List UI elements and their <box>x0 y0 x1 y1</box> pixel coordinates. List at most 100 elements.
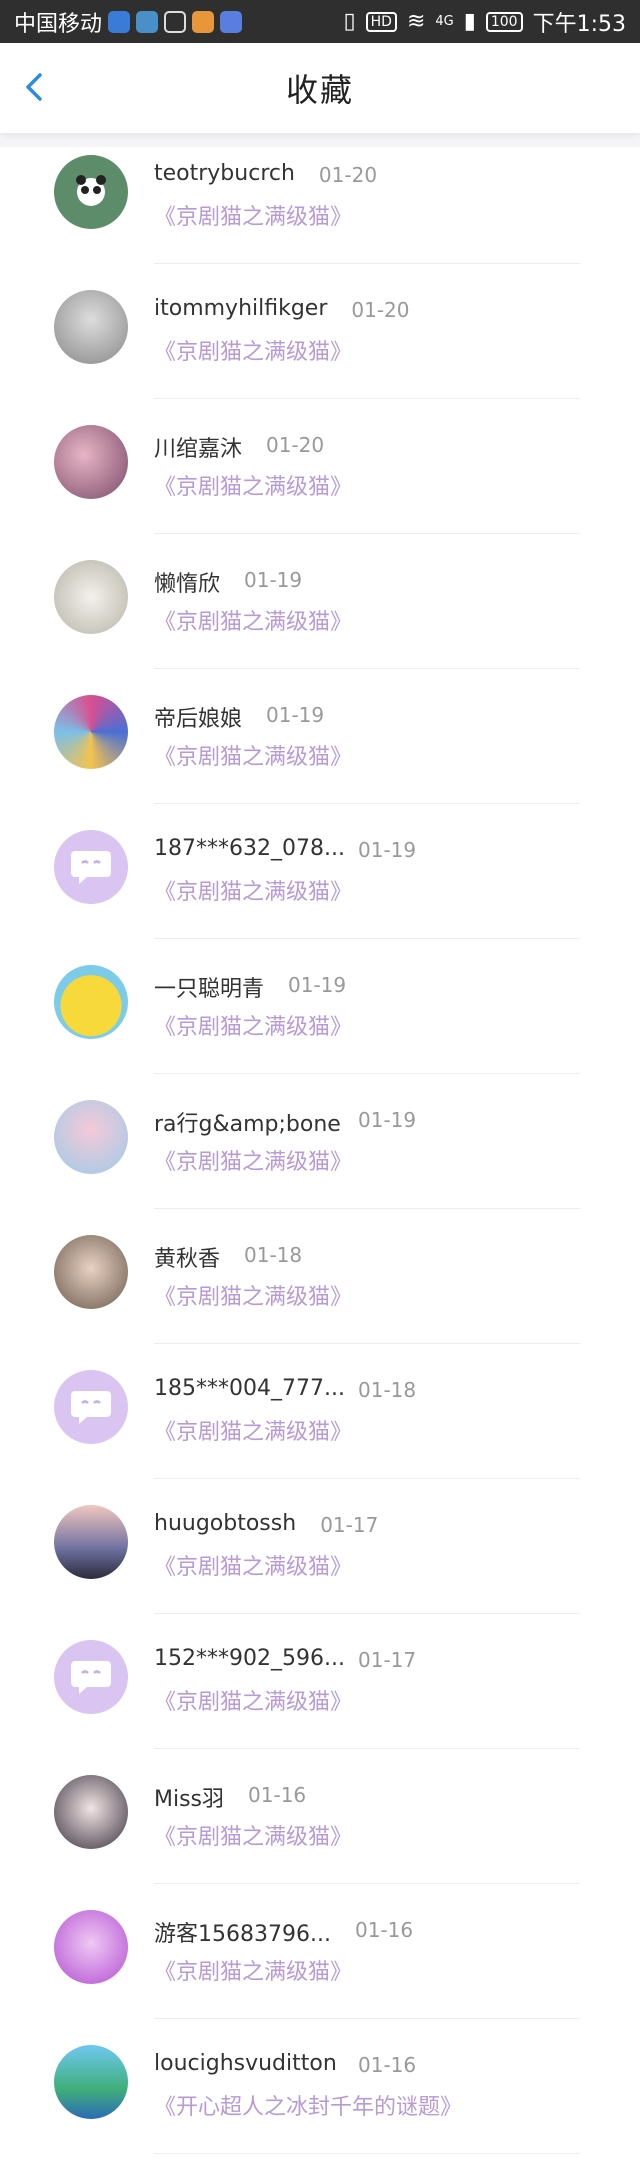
user-name: ra行g&amp;bone <box>154 1112 341 1137</box>
favorite-item[interactable]: Miss羽 01-16 《京剧猫之满级猫》 <box>0 1767 640 1902</box>
favorite-date: 01-16 <box>354 1918 414 1942</box>
work-title-link[interactable]: 《京剧猫之满级猫》 <box>154 469 352 501</box>
work-title-link[interactable]: 《开心超人之冰封千年的谜题》 <box>154 2089 462 2121</box>
user-name: 152***902_596... <box>154 1646 345 1671</box>
wechat-icon <box>164 10 187 33</box>
favorite-item[interactable]: teotrybucrch 01-20 《京剧猫之满级猫》 <box>0 147 640 282</box>
divider <box>154 1748 580 1749</box>
status-left: 中国移动 <box>14 6 243 38</box>
user-avatar[interactable] <box>54 1370 128 1444</box>
nav-header: 收藏 <box>0 43 640 133</box>
favorite-item[interactable]: huugobtossh 01-17 《京剧猫之满级猫》 <box>0 1497 640 1632</box>
favorite-item[interactable]: 185***004_777... 01-18 《京剧猫之满级猫》 <box>0 1362 640 1497</box>
divider <box>154 533 580 534</box>
status-bar: 中国移动 ▯ HD ≋ 4G ▮ 100 下午1:53 <box>0 0 640 43</box>
work-title-link[interactable]: 《京剧猫之满级猫》 <box>154 1009 352 1041</box>
default-avatar-icon <box>71 1391 111 1424</box>
user-avatar[interactable] <box>54 155 128 229</box>
user-avatar[interactable] <box>54 830 128 904</box>
favorite-date: 01-17 <box>320 1513 379 1537</box>
default-avatar-icon <box>71 1661 111 1694</box>
favorite-date: 01-19 <box>266 703 325 727</box>
favorite-date: 01-19 <box>244 568 303 592</box>
divider <box>154 2153 580 2154</box>
favorite-date: 01-18 <box>244 1243 303 1267</box>
work-title-link[interactable]: 《京剧猫之满级猫》 <box>154 1144 352 1176</box>
divider <box>154 1208 580 1209</box>
favorite-date: 01-20 <box>266 433 325 457</box>
divider <box>154 1073 580 1074</box>
favorite-item[interactable]: 懒惰欣 01-19 《京剧猫之满级猫》 <box>0 552 640 687</box>
work-title-link[interactable]: 《京剧猫之满级猫》 <box>154 1954 352 1986</box>
user-avatar[interactable] <box>54 1910 128 1984</box>
favorite-item[interactable]: 川绾嘉沐 01-20 《京剧猫之满级猫》 <box>0 417 640 552</box>
favorite-item[interactable]: loucighsvuditton 01-16 《开心超人之冰封千年的谜题》 <box>0 2037 640 2172</box>
divider <box>154 1478 580 1479</box>
favorite-item[interactable]: 187***632_078... 01-19 《京剧猫之满级猫》 <box>0 822 640 957</box>
header-divider <box>0 133 640 147</box>
favorite-date: 01-20 <box>318 163 378 187</box>
favorite-date: 01-17 <box>358 1648 417 1672</box>
hd-badge: HD <box>365 11 397 32</box>
favorite-item[interactable]: 帝后娘娘 01-19 《京剧猫之满级猫》 <box>0 687 640 822</box>
user-avatar[interactable] <box>54 965 128 1039</box>
favorite-item[interactable]: itommyhilfikger 01-20 《京剧猫之满级猫》 <box>0 282 640 417</box>
favorite-item[interactable]: 一只聪明青 01-19 《京剧猫之满级猫》 <box>0 957 640 1092</box>
user-avatar[interactable] <box>54 560 128 634</box>
user-name: teotrybucrch <box>154 161 295 186</box>
work-title-link[interactable]: 《京剧猫之满级猫》 <box>154 1549 352 1581</box>
divider <box>154 1883 580 1884</box>
favorites-list: teotrybucrch 01-20 《京剧猫之满级猫》 itommyhilfikge… <box>0 147 640 2172</box>
work-title-link[interactable]: 《京剧猫之满级猫》 <box>154 199 352 231</box>
work-title-link[interactable]: 《京剧猫之满级猫》 <box>154 1684 352 1716</box>
user-name: 川绾嘉沐 <box>154 437 243 462</box>
wifi-icon: ≋ <box>406 9 426 34</box>
back-arrow-icon[interactable] <box>18 69 54 105</box>
user-name: loucighsvuditton <box>154 2051 337 2076</box>
work-title-link[interactable]: 《京剧猫之满级猫》 <box>154 874 352 906</box>
work-title-link[interactable]: 《京剧猫之满级猫》 <box>154 334 352 366</box>
user-avatar[interactable] <box>54 695 128 769</box>
panda-icon <box>76 175 106 206</box>
user-avatar[interactable] <box>54 290 128 364</box>
work-title-link[interactable]: 《京剧猫之满级猫》 <box>154 1279 352 1311</box>
app-notification-icon <box>136 10 159 33</box>
favorite-item[interactable]: ra行g&amp;bone 01-19 《京剧猫之满级猫》 <box>0 1092 640 1227</box>
divider <box>154 1613 580 1614</box>
time-label: 下午1:53 <box>532 11 626 37</box>
work-title-link[interactable]: 《京剧猫之满级猫》 <box>154 1414 352 1446</box>
user-avatar[interactable] <box>54 2045 128 2119</box>
favorite-date: 01-19 <box>288 973 347 997</box>
user-name: 游客15683796... <box>154 1922 331 1947</box>
status-right: ▯ HD ≋ 4G ▮ 100 下午1:53 <box>344 6 626 38</box>
user-avatar[interactable] <box>54 1100 128 1174</box>
app-notification-icon <box>108 10 131 33</box>
favorite-date: 01-16 <box>358 2053 417 2077</box>
vibrate-icon: ▯ <box>343 9 356 34</box>
battery-level: 100 <box>485 11 523 32</box>
default-avatar-icon <box>71 851 111 884</box>
work-title-link[interactable]: 《京剧猫之满级猫》 <box>154 1819 352 1851</box>
favorite-item[interactable]: 黄秋香 01-18 《京剧猫之满级猫》 <box>0 1227 640 1362</box>
user-avatar[interactable] <box>54 1640 128 1714</box>
work-title-link[interactable]: 《京剧猫之满级猫》 <box>154 739 352 771</box>
page-title: 收藏 <box>285 71 354 109</box>
divider <box>154 1343 580 1344</box>
favorite-date: 01-18 <box>358 1378 417 1402</box>
work-title-link[interactable]: 《京剧猫之满级猫》 <box>154 604 352 636</box>
divider <box>154 263 580 264</box>
divider <box>154 2018 580 2019</box>
favorite-date: 01-19 <box>358 1108 417 1132</box>
carrier-label: 中国移动 <box>14 11 103 37</box>
user-name: huugobtossh <box>154 1511 297 1536</box>
user-name: 懒惰欣 <box>154 572 221 597</box>
user-avatar[interactable] <box>54 1235 128 1309</box>
divider <box>154 398 580 399</box>
user-avatar[interactable] <box>54 1775 128 1849</box>
favorite-item[interactable]: 游客15683796... 01-16 《京剧猫之满级猫》 <box>0 1902 640 2037</box>
user-name: 帝后娘娘 <box>154 707 243 732</box>
favorite-item[interactable]: 152***902_596... 01-17 《京剧猫之满级猫》 <box>0 1632 640 1767</box>
user-avatar[interactable] <box>54 1505 128 1579</box>
user-avatar[interactable] <box>54 425 128 499</box>
user-name: itommyhilfikger <box>154 296 328 321</box>
